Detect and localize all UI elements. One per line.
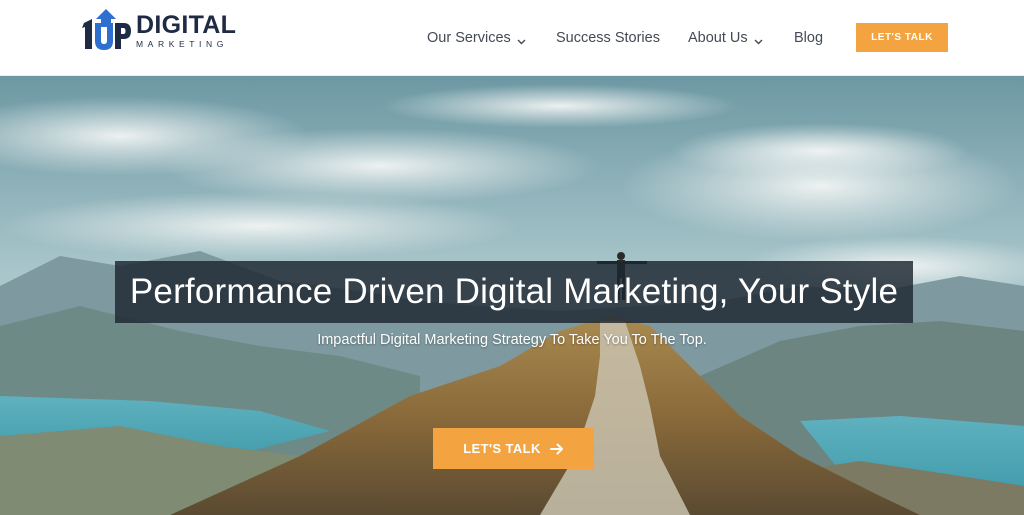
nav-item-label: Blog <box>794 30 824 46</box>
site-header: DIGITAL MARKETING Our Services Success S… <box>0 0 1024 76</box>
arrow-right-icon <box>549 443 564 455</box>
hero-subheadline: Impactful Digital Marketing Strategy To … <box>317 332 707 348</box>
hero-cta-label: LET'S TALK <box>463 441 541 456</box>
nav-item-our-services[interactable]: Our Services <box>427 30 526 46</box>
logo-mark-icon <box>80 9 132 53</box>
nav-item-label: Our Services <box>427 30 511 46</box>
nav-item-success-stories[interactable]: Success Stories <box>556 30 660 46</box>
header-lets-talk-button[interactable]: LET'S TALK <box>856 23 948 52</box>
nav-item-label: About Us <box>688 30 748 46</box>
chevron-down-icon <box>517 34 526 44</box>
hero-lets-talk-button[interactable]: LET'S TALK <box>433 428 594 469</box>
logo-subtitle: MARKETING <box>136 39 228 50</box>
site-logo[interactable]: DIGITAL MARKETING <box>80 8 240 54</box>
nav-item-about-us[interactable]: About Us <box>688 30 763 46</box>
chevron-down-icon <box>754 34 763 44</box>
logo-text: DIGITAL MARKETING <box>136 13 236 49</box>
nav-item-label: Success Stories <box>556 30 660 46</box>
hero-headline: Performance Driven Digital Marketing, Yo… <box>129 272 899 311</box>
hero-headline-panel: Performance Driven Digital Marketing, Yo… <box>115 261 913 323</box>
logo-word: DIGITAL <box>136 11 237 40</box>
nav-item-blog[interactable]: Blog <box>794 30 823 46</box>
hero-section: Performance Driven Digital Marketing, Yo… <box>0 76 1024 515</box>
